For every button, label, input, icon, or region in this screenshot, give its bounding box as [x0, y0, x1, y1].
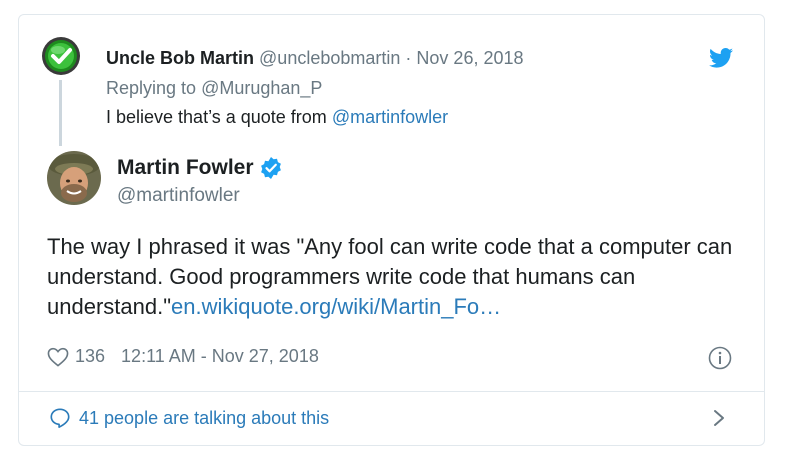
main-author-name[interactable]: Martin Fowler — [117, 156, 254, 180]
green-checkmark-badge-icon[interactable] — [41, 36, 81, 76]
twitter-bird-icon[interactable] — [709, 48, 733, 68]
verified-badge-icon — [260, 157, 281, 179]
meta-separator: · — [405, 48, 412, 68]
parent-tweet-text: I believe that’s a quote from @martinfow… — [106, 106, 448, 128]
heart-icon[interactable] — [47, 347, 69, 367]
parent-author-handle[interactable]: @unclebobmartin — [259, 48, 400, 68]
wikiquote-link[interactable]: en.wikiquote.org/wiki/Martin_Fo… — [171, 294, 501, 319]
conversation-link[interactable]: 41 people are talking about this — [49, 407, 329, 429]
replying-to-handle[interactable]: @Murughan_P — [201, 78, 322, 98]
martin-fowler-avatar[interactable] — [47, 151, 101, 205]
main-author-row: Martin Fowler — [117, 156, 282, 180]
footer-divider — [19, 391, 764, 392]
replying-to-prefix: Replying to — [106, 78, 202, 98]
tweet-meta-row: 136 12:11 AM - Nov 27, 2018 — [47, 346, 319, 367]
parent-author-name[interactable]: Uncle Bob Martin — [106, 48, 254, 68]
main-author-handle[interactable]: @martinfowler — [117, 185, 240, 207]
tweet-timestamp[interactable]: 12:11 AM - Nov 27, 2018 — [121, 346, 319, 367]
parent-tweet-header: Uncle Bob Martin @unclebobmartin · Nov 2… — [106, 47, 524, 69]
replying-to-line: Replying to @Murughan_P — [106, 77, 322, 99]
chevron-right-icon[interactable] — [712, 408, 726, 428]
mention-link[interactable]: @martinfowler — [332, 107, 448, 127]
parent-text-body: I believe that’s a quote from — [106, 107, 332, 127]
talking-count-text: 41 people are talking about this — [79, 407, 330, 428]
speech-bubble-icon — [50, 408, 70, 428]
like-count[interactable]: 136 — [75, 346, 105, 367]
thread-connector-line — [59, 80, 62, 146]
parent-date[interactable]: Nov 26, 2018 — [416, 48, 523, 68]
main-tweet-text: The way I phrased it was "Any fool can w… — [47, 232, 737, 322]
info-icon[interactable] — [708, 346, 732, 370]
